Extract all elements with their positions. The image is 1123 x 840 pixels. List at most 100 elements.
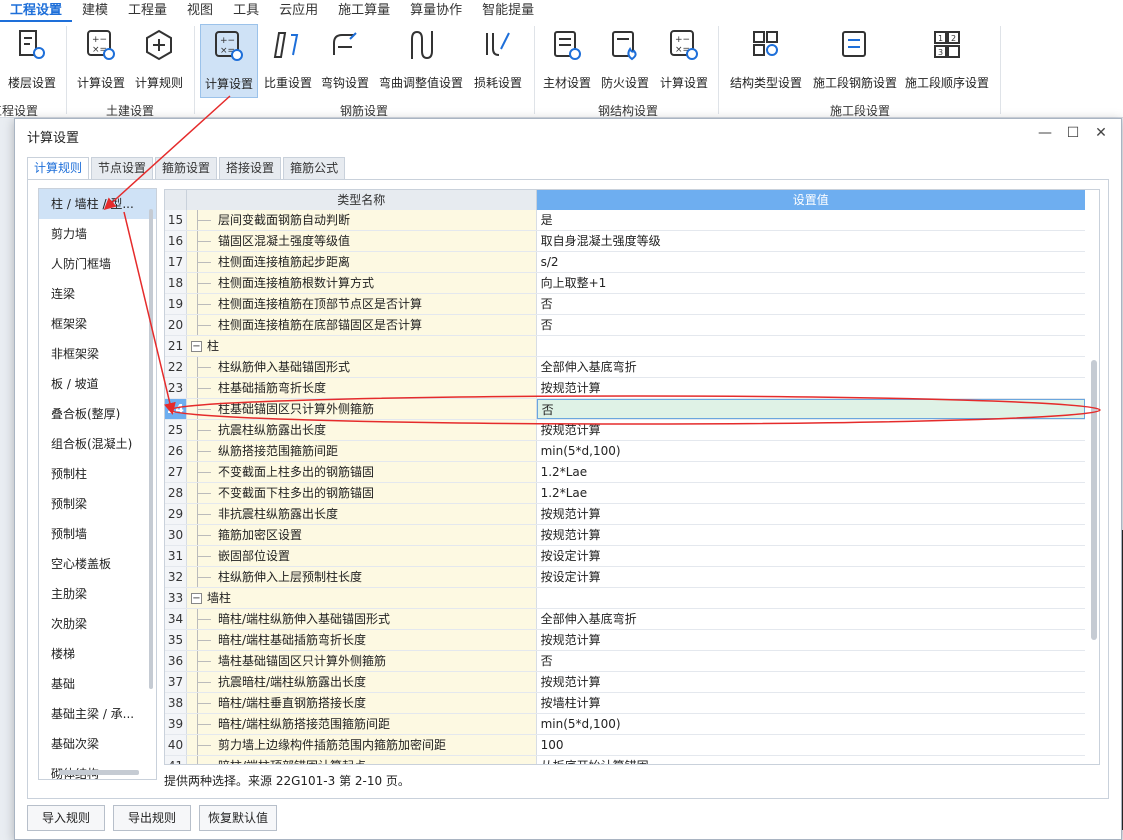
component-list-item[interactable]: 框架梁 xyxy=(39,309,156,339)
table-row[interactable]: 28 不变截面下柱多出的钢筋锚固 1.2*Lae xyxy=(165,483,1085,504)
menu-project-settings[interactable]: 工程设置 xyxy=(0,0,73,22)
table-row[interactable]: 29 非抗震柱纵筋露出长度 按规范计算 xyxy=(165,504,1085,525)
grid-scrollbar[interactable] xyxy=(1091,360,1097,640)
menu-view[interactable]: 视图 xyxy=(177,0,223,22)
setting-value-cell[interactable]: 从板底开始计算锚固 xyxy=(537,756,1085,764)
table-row[interactable]: 19 柱侧面连接植筋在顶部节点区是否计算 否 xyxy=(165,294,1085,315)
table-row[interactable]: 36 墙柱基础锚固区只计算外侧箍筋 否 xyxy=(165,651,1085,672)
setting-value-cell[interactable]: 按设定计算 xyxy=(537,567,1085,587)
setting-value-cell[interactable]: 按规范计算 xyxy=(537,672,1085,692)
setting-value-cell[interactable]: s/2 xyxy=(537,252,1085,272)
fireproof-settings-button[interactable]: 防火设置 xyxy=(598,24,652,96)
table-row[interactable]: 18 柱侧面连接植筋根数计算方式 向上取整+1 xyxy=(165,273,1085,294)
setting-value-cell[interactable]: 按设定计算 xyxy=(537,546,1085,566)
menu-modeling[interactable]: 建模 xyxy=(72,0,118,22)
tab-stirrup-formula[interactable]: 箍筋公式 xyxy=(283,157,346,179)
calc-rules-button[interactable]: 计算规则 xyxy=(132,24,186,96)
table-row[interactable]: 21− 柱 xyxy=(165,336,1085,357)
setting-value-cell[interactable]: 取自身混凝土强度等级 xyxy=(537,231,1085,251)
component-list-item[interactable]: 剪力墙 xyxy=(39,219,156,249)
setting-value-cell[interactable] xyxy=(537,588,1085,608)
component-list-item[interactable]: 预制墙 xyxy=(39,519,156,549)
setting-value-cell[interactable]: 全部伸入基底弯折 xyxy=(537,357,1085,377)
steel-calc-settings-button[interactable]: +− ×= 计算设置 xyxy=(656,24,712,96)
table-row[interactable]: 24 柱基础锚固区只计算外侧箍筋 否 xyxy=(165,399,1086,420)
component-list-item[interactable]: 非框架梁 xyxy=(39,339,156,369)
component-list-item[interactable]: 预制梁 xyxy=(39,489,156,519)
component-list-item[interactable]: 基础次梁 xyxy=(39,729,156,759)
main-material-settings-button[interactable]: 主材设置 xyxy=(540,24,594,96)
menu-quantities[interactable]: 工程量 xyxy=(118,0,177,22)
menu-construction-quantity[interactable]: 施工算量 xyxy=(328,0,400,22)
setting-value-cell[interactable]: 否 xyxy=(536,399,1086,419)
component-list-item[interactable]: 预制柱 xyxy=(39,459,156,489)
collapse-icon[interactable]: − xyxy=(190,341,202,352)
loss-settings-button[interactable]: 损耗设置 xyxy=(470,24,526,96)
table-row[interactable]: 20 柱侧面连接植筋在底部锚固区是否计算 否 xyxy=(165,315,1085,336)
setting-value-cell[interactable]: 按规范计算 xyxy=(537,420,1085,440)
tab-node-settings[interactable]: 节点设置 xyxy=(91,157,154,179)
setting-value-cell[interactable]: 1.2*Lae xyxy=(537,483,1085,503)
menu-cloud[interactable]: 云应用 xyxy=(269,0,328,22)
tab-lap-settings[interactable]: 搭接设置 xyxy=(219,157,282,179)
table-row[interactable]: 15 层间变截面钢筋自动判断 是 xyxy=(165,210,1085,231)
setting-value-cell[interactable]: 向上取整+1 xyxy=(537,273,1085,293)
setting-value-cell[interactable]: 按规范计算 xyxy=(537,630,1085,650)
maximize-icon[interactable]: ☐ xyxy=(1065,125,1081,141)
table-row[interactable]: 26 纵筋搭接范围箍筋间距 min(5*d,100) xyxy=(165,441,1085,462)
collapse-icon[interactable]: − xyxy=(190,593,202,604)
table-row[interactable]: 37 抗震暗柱/端柱纵筋露出长度 按规范计算 xyxy=(165,672,1085,693)
component-list-item[interactable]: 人防门框墙 xyxy=(39,249,156,279)
setting-value-cell[interactable]: 否 xyxy=(537,651,1085,671)
component-list-item[interactable]: 次肋梁 xyxy=(39,609,156,639)
list-scrollbar[interactable] xyxy=(149,209,153,689)
bend-adjust-settings-button[interactable]: 弯曲调整值设置 xyxy=(376,24,466,96)
component-list-item[interactable]: 主肋梁 xyxy=(39,579,156,609)
setting-value-cell[interactable]: 按规范计算 xyxy=(537,378,1085,398)
setting-value-cell[interactable]: min(5*d,100) xyxy=(537,441,1085,461)
component-list-item[interactable]: 基础主梁 / 承... xyxy=(39,699,156,729)
table-row[interactable]: 16 锚固区混凝土强度等级值 取自身混凝土强度等级 xyxy=(165,231,1085,252)
menu-smart-extract[interactable]: 智能提量 xyxy=(472,0,544,22)
component-list-item[interactable]: 叠合板(整厚) xyxy=(39,399,156,429)
component-list-item[interactable]: 楼梯 xyxy=(39,639,156,669)
table-row[interactable]: 39 暗柱/端柱纵筋搭接范围箍筋间距 min(5*d,100) xyxy=(165,714,1085,735)
rebar-calc-settings-button[interactable]: +− ×= 计算设置 xyxy=(200,24,258,98)
tab-calc-rules[interactable]: 计算规则 xyxy=(27,157,90,180)
setting-value-cell[interactable]: 100 xyxy=(537,735,1085,755)
table-row[interactable]: 27 不变截面上柱多出的钢筋锚固 1.2*Lae xyxy=(165,462,1085,483)
component-list-item[interactable]: 组合板(混凝土) xyxy=(39,429,156,459)
structure-type-settings-button[interactable]: 结构类型设置 xyxy=(726,24,806,96)
import-rules-button[interactable]: 导入规则 xyxy=(27,805,105,831)
table-row[interactable]: 41 暗柱/端柱顶部锚固计算起点 从板底开始计算锚固 xyxy=(165,756,1085,764)
setting-value-cell[interactable] xyxy=(537,336,1085,356)
component-list-item[interactable]: 柱 / 墙柱 / 型... xyxy=(39,189,156,219)
component-list-item[interactable]: 板 / 坡道 xyxy=(39,369,156,399)
table-row[interactable]: 30 箍筋加密区设置 按规范计算 xyxy=(165,525,1085,546)
menu-tools[interactable]: 工具 xyxy=(223,0,269,22)
table-row[interactable]: 33− 墙柱 xyxy=(165,588,1085,609)
civil-calc-settings-button[interactable]: +− ×= 计算设置 xyxy=(74,24,128,96)
segment-rebar-settings-button[interactable]: 施工段钢筋设置 xyxy=(810,24,900,96)
weight-settings-button[interactable]: 比重设置 xyxy=(262,24,314,96)
setting-value-cell[interactable]: 否 xyxy=(537,315,1085,335)
export-rules-button[interactable]: 导出规则 xyxy=(113,805,191,831)
table-row[interactable]: 23 柱基础插筋弯折长度 按规范计算 xyxy=(165,378,1085,399)
tab-stirrup-settings[interactable]: 箍筋设置 xyxy=(155,157,218,179)
setting-value-cell[interactable]: 是 xyxy=(537,210,1085,230)
restore-defaults-button[interactable]: 恢复默认值 xyxy=(199,805,277,831)
table-row[interactable]: 22 柱纵筋伸入基础锚固形式 全部伸入基底弯折 xyxy=(165,357,1085,378)
list-h-scrollbar[interactable] xyxy=(59,770,139,775)
table-row[interactable]: 38 暗柱/端柱垂直钢筋搭接长度 按墙柱计算 xyxy=(165,693,1085,714)
setting-value-cell[interactable]: min(5*d,100) xyxy=(537,714,1085,734)
close-icon[interactable]: ✕ xyxy=(1093,125,1109,141)
setting-value-cell[interactable]: 按墙柱计算 xyxy=(537,693,1085,713)
floor-settings-button[interactable]: 楼层设置 xyxy=(4,24,60,96)
setting-value-cell[interactable]: 1.2*Lae xyxy=(537,462,1085,482)
table-row[interactable]: 40 剪力墙上边缘构件插筋范围内箍筋加密间距 100 xyxy=(165,735,1085,756)
component-list-item[interactable]: 连梁 xyxy=(39,279,156,309)
setting-value-cell[interactable]: 全部伸入基底弯折 xyxy=(537,609,1085,629)
setting-value-cell[interactable]: 否 xyxy=(537,294,1085,314)
table-row[interactable]: 17 柱侧面连接植筋起步距离 s/2 xyxy=(165,252,1085,273)
table-row[interactable]: 34 暗柱/端柱纵筋伸入基础锚固形式 全部伸入基底弯折 xyxy=(165,609,1085,630)
